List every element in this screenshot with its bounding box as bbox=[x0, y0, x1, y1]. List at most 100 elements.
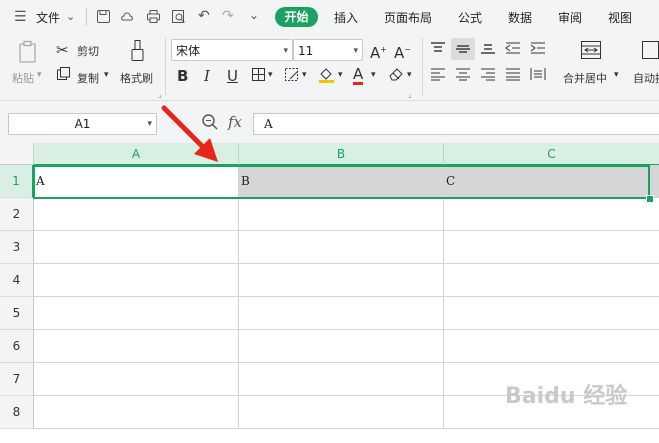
tab-start[interactable]: 开始 bbox=[275, 7, 318, 27]
border-icon[interactable] bbox=[251, 67, 266, 86]
copy-icon[interactable] bbox=[56, 66, 71, 85]
eraser-dropdown-icon[interactable]: ▾ bbox=[407, 70, 412, 80]
cell-style-dropdown-icon[interactable]: ▾ bbox=[302, 70, 307, 80]
name-box[interactable]: A1 ▾ bbox=[8, 113, 157, 135]
cell[interactable] bbox=[34, 231, 239, 264]
fill-color-dropdown-icon[interactable]: ▾ bbox=[338, 70, 343, 80]
wrap-text-button[interactable]: 自动换 bbox=[633, 70, 659, 86]
justify-icon[interactable] bbox=[505, 67, 521, 85]
align-left-icon[interactable] bbox=[430, 67, 446, 85]
column-header-b[interactable]: B bbox=[239, 143, 444, 165]
cell[interactable] bbox=[239, 330, 444, 363]
tab-review[interactable]: 审阅 bbox=[558, 9, 582, 26]
fx-icon[interactable]: fx bbox=[228, 113, 242, 131]
bold-icon[interactable]: B bbox=[177, 67, 188, 85]
format-painter-button[interactable]: 格式刷 bbox=[120, 70, 153, 86]
undo-icon[interactable]: ↶ bbox=[198, 8, 210, 24]
cell[interactable] bbox=[34, 198, 239, 231]
increase-indent-icon[interactable] bbox=[530, 41, 546, 59]
align-right-icon[interactable] bbox=[480, 67, 496, 85]
copy-button[interactable]: 复制 bbox=[77, 70, 99, 86]
save-icon[interactable] bbox=[96, 9, 111, 28]
tab-formulas[interactable]: 公式 bbox=[458, 9, 482, 26]
cloud-sync-icon[interactable] bbox=[120, 9, 136, 28]
row-header-7[interactable]: 7 bbox=[0, 363, 34, 396]
align-center-icon[interactable] bbox=[455, 67, 471, 85]
redo-icon[interactable]: ↷ bbox=[222, 8, 234, 24]
row-header-5[interactable]: 5 bbox=[0, 297, 34, 330]
merge-dropdown-icon[interactable]: ▾ bbox=[614, 70, 619, 80]
scissors-icon[interactable]: ✂ bbox=[56, 41, 69, 59]
file-menu[interactable]: 文件 bbox=[36, 9, 60, 26]
align-top-icon[interactable] bbox=[430, 41, 446, 59]
row-header-8[interactable]: 8 bbox=[0, 396, 34, 429]
format-painter-icon[interactable] bbox=[129, 39, 147, 67]
row-header-3[interactable]: 3 bbox=[0, 231, 34, 264]
tab-insert[interactable]: 插入 bbox=[334, 9, 358, 26]
print-icon[interactable] bbox=[146, 9, 161, 28]
cell[interactable] bbox=[444, 231, 659, 264]
cell[interactable] bbox=[34, 297, 239, 330]
paste-dropdown-icon[interactable]: ▾ bbox=[37, 70, 42, 80]
row-header-2[interactable]: 2 bbox=[0, 198, 34, 231]
eraser-icon[interactable] bbox=[388, 66, 405, 86]
fill-handle[interactable] bbox=[646, 195, 654, 203]
border-dropdown-icon[interactable]: ▾ bbox=[268, 70, 273, 80]
cell[interactable] bbox=[239, 363, 444, 396]
cell-style-icon[interactable] bbox=[284, 67, 300, 86]
fill-color-icon[interactable] bbox=[318, 66, 335, 88]
group-expand-icon[interactable]: ⌟ bbox=[158, 90, 162, 99]
distributed-align-icon[interactable] bbox=[530, 67, 546, 85]
watermark: Baidu 经验 bbox=[505, 384, 628, 409]
formula-input[interactable]: A bbox=[253, 113, 659, 135]
chevron-down-icon[interactable]: ⌄ bbox=[66, 9, 75, 25]
paste-icon[interactable] bbox=[17, 40, 39, 68]
row-header-6[interactable]: 6 bbox=[0, 330, 34, 363]
align-bottom-icon[interactable] bbox=[480, 41, 496, 59]
cell[interactable] bbox=[239, 396, 444, 429]
row-header-1[interactable]: 1 bbox=[0, 165, 34, 198]
font-name-select[interactable]: 宋体 ▾ bbox=[171, 39, 293, 61]
tab-data[interactable]: 数据 bbox=[508, 9, 532, 26]
font-color-icon[interactable]: A bbox=[353, 65, 364, 85]
tab-page-layout[interactable]: 页面布局 bbox=[384, 9, 432, 26]
copy-dropdown-icon[interactable]: ▾ bbox=[104, 70, 109, 80]
wrap-text-icon[interactable] bbox=[641, 40, 659, 64]
print-preview-icon[interactable] bbox=[171, 9, 186, 28]
cell[interactable] bbox=[239, 297, 444, 330]
cell[interactable] bbox=[444, 297, 659, 330]
italic-icon[interactable]: I bbox=[204, 67, 210, 85]
cell[interactable] bbox=[444, 198, 659, 231]
cell[interactable] bbox=[34, 363, 239, 396]
row-header-4[interactable]: 4 bbox=[0, 264, 34, 297]
cell[interactable] bbox=[239, 231, 444, 264]
underline-icon[interactable]: U bbox=[227, 67, 238, 85]
font-color-dropdown-icon[interactable]: ▾ bbox=[371, 70, 376, 80]
tab-view[interactable]: 视图 bbox=[608, 9, 632, 26]
decrease-indent-icon[interactable] bbox=[505, 41, 521, 59]
font-name-value: 宋体 bbox=[176, 44, 201, 58]
cell[interactable] bbox=[444, 264, 659, 297]
paste-button[interactable]: 粘贴 bbox=[12, 70, 34, 86]
decrease-font-size-icon[interactable]: A− bbox=[394, 41, 411, 62]
merge-center-button[interactable]: 合并居中 bbox=[563, 70, 607, 86]
merge-center-icon[interactable] bbox=[580, 40, 602, 64]
quick-access-dropdown-icon[interactable]: ⌄ bbox=[249, 7, 259, 23]
selection-outline bbox=[33, 165, 650, 199]
formula-content: A bbox=[264, 117, 273, 131]
cell[interactable] bbox=[239, 198, 444, 231]
cut-button[interactable]: 剪切 bbox=[77, 43, 99, 59]
font-size-select[interactable]: 11 ▾ bbox=[293, 39, 363, 61]
cell[interactable] bbox=[444, 330, 659, 363]
formula-bar: A1 ▾ ⋮ fx A bbox=[0, 101, 659, 143]
cell[interactable] bbox=[34, 330, 239, 363]
column-header-c[interactable]: C bbox=[444, 143, 659, 165]
group-expand-icon[interactable]: ⌟ bbox=[408, 90, 412, 99]
cell[interactable] bbox=[34, 264, 239, 297]
cell[interactable] bbox=[239, 264, 444, 297]
cell[interactable] bbox=[34, 396, 239, 429]
select-all-corner[interactable] bbox=[0, 143, 34, 165]
hamburger-menu-icon[interactable]: ☰ bbox=[14, 9, 27, 25]
align-middle-button[interactable] bbox=[451, 38, 475, 60]
increase-font-size-icon[interactable]: A+ bbox=[370, 41, 387, 62]
